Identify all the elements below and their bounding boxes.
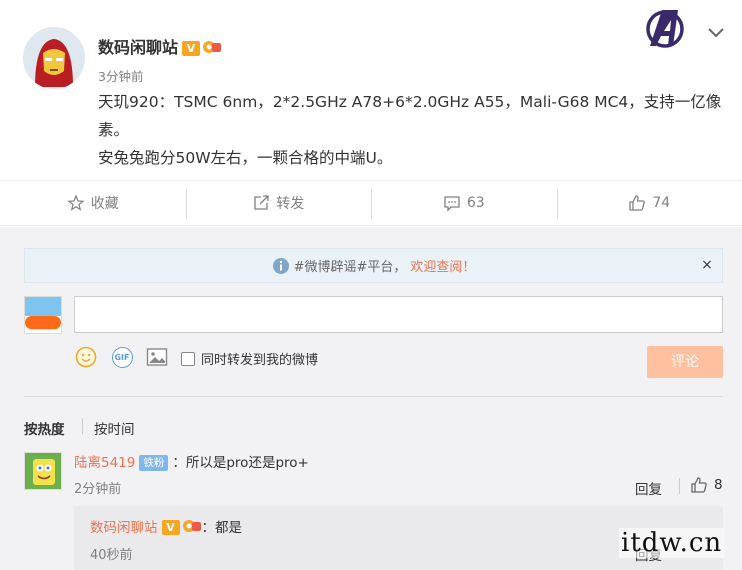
repost-button[interactable]: 转发 — [185, 181, 372, 225]
comment-icon — [444, 196, 460, 212]
submit-comment-button[interactable]: 评论 — [647, 346, 723, 378]
fan-badge-icon — [203, 41, 222, 53]
verified-badge-icon: V — [161, 520, 180, 535]
chevron-down-icon[interactable] — [706, 25, 726, 39]
post-time[interactable]: 3分钟前 — [98, 66, 143, 85]
reply-line: 数码闲聊站 V ：都是 — [90, 516, 242, 536]
my-avatar — [24, 296, 62, 334]
like-separator — [679, 478, 680, 494]
gif-icon[interactable]: GIF — [111, 346, 133, 368]
comment-like-button[interactable]: 8 — [690, 476, 723, 494]
repost-checkbox-label: 同时转发到我的微博 — [201, 353, 319, 368]
comment-line: 陆离5419 铁粉 ：所以是pro还是pro+ — [74, 451, 309, 471]
avengers-logo-icon — [646, 10, 684, 48]
fan-badge-icon — [182, 520, 201, 532]
favorite-button[interactable]: 收藏 — [0, 181, 186, 225]
like-count: 74 — [652, 195, 671, 211]
repost-checkbox-row[interactable]: 同时转发到我的微博 — [181, 349, 318, 368]
repost-checkbox[interactable] — [181, 351, 195, 366]
author-avatar[interactable] — [23, 27, 85, 89]
post-text-line: 安兔兔跑分50W左右，一颗合格的中端U。 — [98, 149, 393, 167]
thumbs-up-icon — [691, 477, 707, 493]
reply-author-name[interactable]: 数码闲聊站 — [90, 520, 158, 536]
image-icon[interactable] — [146, 346, 168, 368]
notice-close-button[interactable]: × — [700, 258, 714, 272]
emoji-icon[interactable] — [75, 346, 97, 368]
post-text-line: 天玑920：TSMC 6nm，2*2.5GHz A78+6*2.0GHz A55… — [98, 93, 722, 139]
notice-text[interactable]: #微博辟谣#平台， — [294, 256, 407, 275]
sort-by-hot-tab[interactable]: 按热度 — [24, 418, 65, 438]
sort-by-time-tab[interactable]: 按时间 — [94, 418, 135, 438]
reply-text: ：都是 — [201, 520, 243, 536]
gif-icon-label: GIF — [111, 346, 133, 368]
repost-label: 转发 — [276, 196, 305, 212]
commenter-name[interactable]: 陆离5419 — [74, 455, 135, 471]
post-action-bar: 收藏 转发 63 74 — [0, 180, 742, 226]
comment-text: ：所以是pro还是pro+ — [172, 455, 309, 471]
site-watermark: itdw.cn — [619, 528, 725, 558]
notice-link[interactable]: 欢迎查阅！ — [410, 256, 475, 275]
star-icon — [67, 194, 85, 211]
like-button[interactable]: 74 — [556, 181, 742, 225]
sort-separator — [82, 418, 83, 434]
comment-button[interactable]: 63 — [371, 181, 557, 225]
reply-time: 40秒前 — [90, 548, 133, 563]
rumor-notice-banner: #微博辟谣#平台， 欢迎查阅！ — [24, 248, 723, 283]
comment-like-count: 8 — [714, 477, 723, 493]
comment-time: 2分钟前 — [74, 482, 122, 497]
thumbs-up-icon — [629, 195, 646, 211]
repost-icon — [254, 195, 269, 210]
post-author[interactable]: 数码闲聊站 V — [98, 34, 222, 58]
favorite-label: 收藏 — [90, 196, 119, 212]
divider — [24, 396, 723, 397]
verified-badge-icon: V — [182, 41, 201, 56]
comment-input[interactable] — [74, 296, 723, 333]
author-name[interactable]: 数码闲聊站 — [98, 38, 178, 57]
commenter-avatar[interactable] — [24, 452, 62, 490]
fan-level-badge: 铁粉 — [139, 455, 169, 471]
post-text: 天玑920：TSMC 6nm，2*2.5GHz A78+6*2.0GHz A55… — [98, 88, 728, 172]
reply-button[interactable]: 回复 — [635, 478, 662, 498]
comment-count: 63 — [466, 195, 485, 211]
info-icon — [272, 257, 289, 274]
